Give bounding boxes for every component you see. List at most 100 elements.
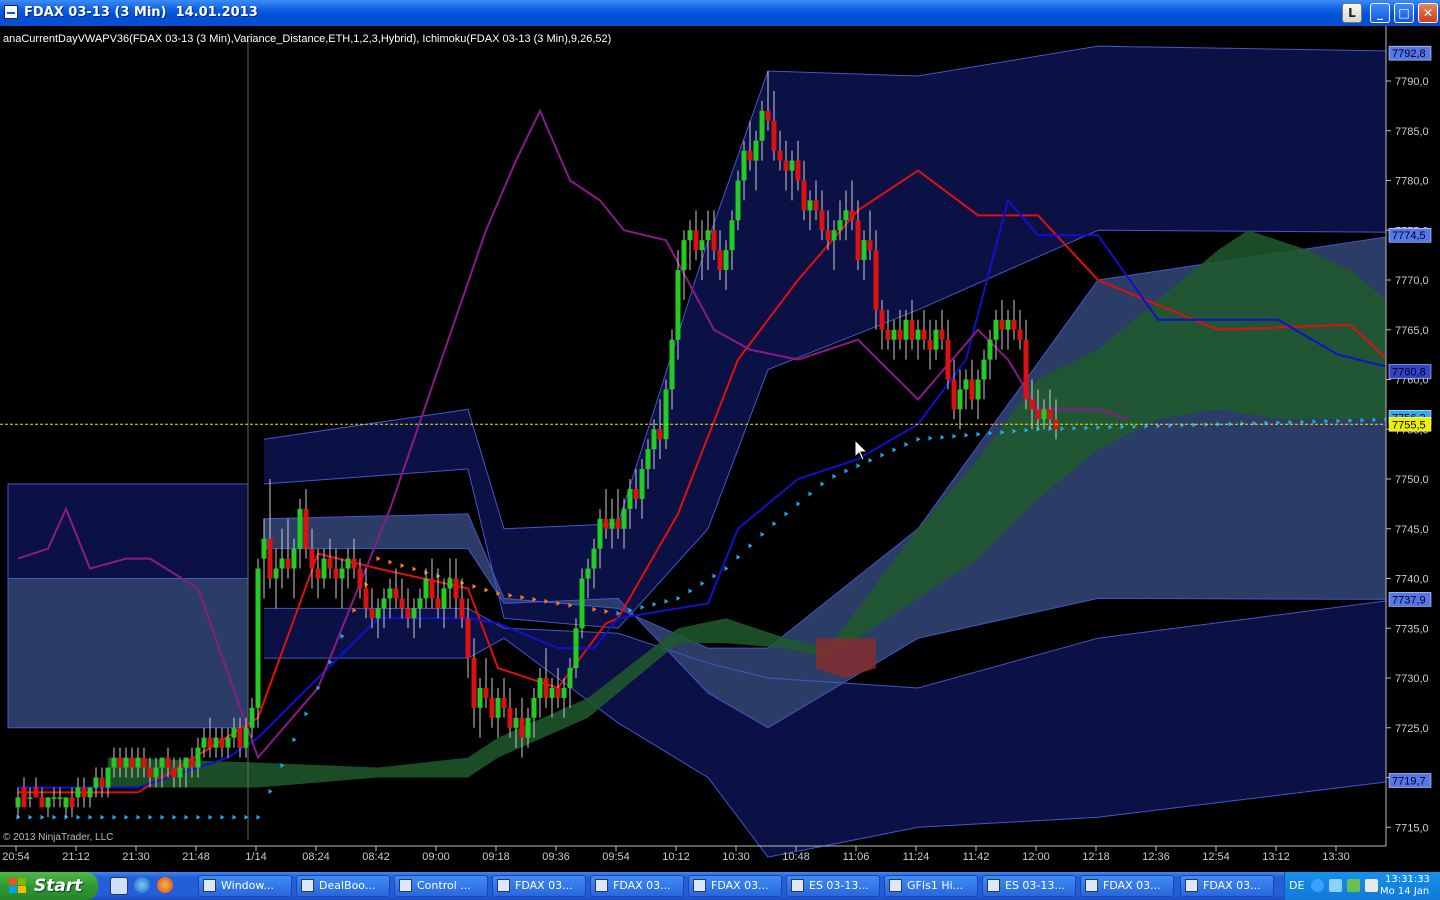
language-indicator[interactable]: DE bbox=[1289, 879, 1304, 892]
candle-body bbox=[549, 687, 555, 698]
indicator-caption: anaCurrentDayVWAPV36(FDAX 03-13 (3 Min),… bbox=[3, 33, 611, 45]
candle-body bbox=[429, 578, 435, 599]
task-button[interactable]: GFIs1 Hi... bbox=[884, 875, 978, 897]
price-marker-label: 7760,8 bbox=[1392, 367, 1426, 379]
candle-body bbox=[921, 329, 927, 340]
task-button[interactable]: DealBoo... bbox=[296, 875, 390, 897]
candle-body bbox=[651, 429, 657, 450]
time-tick-label: 09:00 bbox=[422, 851, 450, 863]
time-tick-label: 09:54 bbox=[602, 851, 630, 863]
candle-body bbox=[117, 757, 123, 768]
candle-body bbox=[15, 797, 21, 808]
candle-body bbox=[99, 777, 105, 788]
candle-body bbox=[975, 379, 981, 400]
candle-body bbox=[555, 687, 561, 698]
price-tick-label: 7735,0 bbox=[1395, 623, 1429, 635]
show-desktop-icon[interactable] bbox=[110, 877, 128, 895]
price-tick-label: 7780,0 bbox=[1395, 176, 1429, 188]
maximize-button[interactable]: □ bbox=[1394, 3, 1414, 23]
candle-body bbox=[33, 787, 39, 798]
candle-body bbox=[597, 518, 603, 549]
candle-body bbox=[1011, 319, 1017, 330]
candle-body bbox=[387, 588, 393, 599]
candle-body bbox=[51, 797, 57, 799]
candle-body bbox=[39, 797, 45, 808]
candle-body bbox=[273, 568, 279, 579]
candle-body bbox=[573, 628, 579, 669]
close-button[interactable]: ✕ bbox=[1418, 3, 1438, 23]
task-app-icon bbox=[987, 879, 1000, 892]
candle-body bbox=[75, 787, 81, 798]
task-button[interactable]: ES 03-13... bbox=[786, 875, 880, 897]
candle-body bbox=[903, 319, 909, 340]
candle-body bbox=[1035, 409, 1041, 420]
candle-body bbox=[765, 110, 771, 121]
task-label: FDAX 03... bbox=[515, 879, 573, 892]
candle-body bbox=[27, 797, 33, 799]
window-title-bar[interactable]: FDAX 03-13 (3 Min) 14.01.2013 L _ □ ✕ bbox=[0, 0, 1440, 26]
candle-body bbox=[987, 339, 993, 360]
link-button[interactable]: L bbox=[1342, 3, 1362, 23]
candle-body bbox=[315, 568, 321, 579]
candle-body bbox=[459, 598, 465, 619]
time-tick-label: 11:24 bbox=[903, 851, 930, 863]
candle-body bbox=[453, 578, 459, 599]
task-app-icon bbox=[791, 879, 804, 892]
volume-icon[interactable] bbox=[1365, 879, 1378, 892]
task-button[interactable]: Window... bbox=[198, 875, 292, 897]
tray-back-icon[interactable] bbox=[1311, 879, 1324, 892]
candle-body bbox=[369, 608, 375, 619]
candle-body bbox=[243, 727, 249, 748]
time-tick-label: 12:54 bbox=[1202, 851, 1230, 863]
candle-body bbox=[393, 588, 399, 599]
candle-body bbox=[945, 339, 951, 380]
candle-body bbox=[939, 329, 945, 340]
candle-body bbox=[267, 538, 273, 579]
clock-date: Mo 14 Jan bbox=[1380, 886, 1430, 897]
start-button[interactable]: Start bbox=[0, 872, 98, 900]
minimize-button[interactable]: _ bbox=[1370, 3, 1390, 23]
candle-body bbox=[225, 737, 231, 748]
task-app-icon bbox=[889, 879, 902, 892]
taskbar: Start Window... DealBoo... Control ... FDAX… bbox=[0, 872, 1440, 900]
internet-explorer-icon[interactable] bbox=[134, 877, 150, 893]
time-tick-label: 1/14 bbox=[245, 851, 266, 863]
candle-body bbox=[807, 200, 813, 211]
task-app-icon bbox=[1185, 879, 1198, 892]
candle-body bbox=[321, 558, 327, 579]
candle-body bbox=[633, 488, 639, 499]
candle-body bbox=[63, 797, 69, 808]
price-chart[interactable]: 7790,07785,07780,07775,07770,07765,07760… bbox=[0, 26, 1440, 872]
price-marker-label: 7774,5 bbox=[1392, 230, 1426, 242]
task-button[interactable]: FDAX 03... bbox=[1080, 875, 1174, 897]
task-button[interactable]: FDAX 03... bbox=[1180, 875, 1274, 897]
time-tick-label: 08:24 bbox=[302, 851, 330, 863]
candle-body bbox=[561, 687, 567, 698]
task-button[interactable]: Control ... bbox=[394, 875, 488, 897]
candle-body bbox=[327, 558, 333, 569]
candle-body bbox=[189, 757, 195, 768]
task-button[interactable]: FDAX 03... bbox=[590, 875, 684, 897]
candle-body bbox=[477, 687, 483, 708]
task-button[interactable]: FDAX 03... bbox=[688, 875, 782, 897]
firefox-icon[interactable] bbox=[157, 877, 173, 893]
candle-body bbox=[57, 797, 63, 799]
candle-body bbox=[213, 737, 219, 748]
candle-body bbox=[933, 329, 939, 350]
candle-body bbox=[87, 787, 93, 798]
candle-body bbox=[819, 210, 825, 231]
candle-body bbox=[681, 240, 687, 271]
candle-body bbox=[405, 608, 411, 619]
copyright-text: © 2013 NinjaTrader, LLC bbox=[3, 832, 113, 843]
candle-body bbox=[687, 230, 693, 241]
tray-app-icon[interactable] bbox=[1347, 879, 1360, 892]
candle-body bbox=[105, 767, 111, 788]
candle-body bbox=[345, 558, 351, 569]
price-tick-label: 7750,0 bbox=[1395, 474, 1429, 486]
task-button[interactable]: FDAX 03... bbox=[492, 875, 586, 897]
task-button[interactable]: ES 03-13... bbox=[982, 875, 1076, 897]
candle-body bbox=[813, 200, 819, 211]
task-app-icon bbox=[595, 879, 608, 892]
price-tick-label: 7730,0 bbox=[1395, 673, 1429, 685]
network-icon[interactable] bbox=[1329, 879, 1342, 892]
